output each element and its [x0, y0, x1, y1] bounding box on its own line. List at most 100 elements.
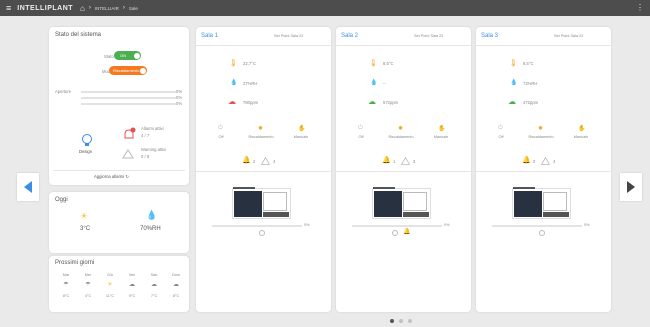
- top-bar: ≡ INTELLIPLANT ⌂ › INTELLIAIR › Sale ⋮: [0, 0, 650, 16]
- divider: [196, 45, 331, 46]
- breadcrumb-sale[interactable]: Sale: [129, 6, 138, 11]
- sun-icon: ☀: [107, 282, 113, 288]
- forecast-card: Prossimi giorni Mar ☂ 8°C Mer ☂ 4°C Gio ☀ …: [49, 256, 189, 312]
- warning-icon[interactable]: [261, 157, 270, 165]
- aperture-value-2: 0%: [176, 95, 183, 100]
- status-circle[interactable]: [392, 230, 398, 236]
- mode-manual[interactable]: Manuale: [288, 135, 314, 139]
- forecast-day: Sab: [150, 273, 158, 277]
- warning-icon[interactable]: [401, 157, 410, 165]
- thermometer-icon: 🌡: [229, 60, 238, 67]
- room-card: Sala 3 Set Point Sala 22 🌡 8,5°C 💧 72%RH…: [476, 27, 611, 312]
- alarm-bell-icon[interactable]: 🔔: [522, 156, 531, 164]
- unit-progress-bar: [352, 225, 442, 227]
- mode-heating[interactable]: Riscaldamento: [242, 135, 280, 139]
- modo-value: Riscaldamento: [113, 68, 140, 73]
- warning-icon[interactable]: [122, 149, 134, 159]
- bell-count: 1: [393, 159, 396, 164]
- power-icon[interactable]: ⏻: [498, 125, 503, 132]
- hand-icon[interactable]: ✋: [578, 125, 585, 132]
- humidity-icon: 💧: [370, 80, 378, 86]
- breadcrumb-intelliair[interactable]: INTELLIAIR: [95, 6, 119, 11]
- divider: [476, 45, 611, 46]
- power-icon[interactable]: ⏻: [358, 125, 363, 132]
- diagram-panel-dark: [374, 191, 402, 217]
- divider: [476, 171, 611, 172]
- room-card: Sala 1 Set Point Sala 22 🌡 22,7°C 💧 27%R…: [196, 27, 331, 312]
- heating-icon[interactable]: ✸: [258, 125, 263, 132]
- home-icon[interactable]: ⌂: [80, 4, 85, 13]
- forecast-temp: 8°C: [172, 294, 180, 298]
- cloud-icon: ☁: [129, 282, 135, 288]
- mode-off[interactable]: Off: [349, 135, 373, 139]
- room-name[interactable]: Sala 2: [341, 33, 358, 39]
- design-label: Design: [79, 149, 93, 154]
- mode-manual[interactable]: Manuale: [428, 135, 454, 139]
- refresh-alarms-button[interactable]: Aggiorna allarmi ↻: [94, 174, 129, 179]
- brand-logo[interactable]: INTELLIPLANT: [17, 5, 73, 12]
- stato-toggle[interactable]: ON: [114, 51, 141, 60]
- forecast-temp: 8°C: [62, 294, 70, 298]
- humidity-icon: 💧: [146, 210, 158, 220]
- co2-cloud-icon: ☁: [228, 97, 236, 106]
- diagram-panel-dark: [234, 191, 262, 217]
- warning-icon[interactable]: [541, 157, 550, 165]
- hamburger-icon[interactable]: ≡: [6, 3, 11, 13]
- alarm-value: 4 / 7: [141, 133, 150, 138]
- room-name[interactable]: Sala 1: [201, 33, 218, 39]
- today-temp: 3°C: [80, 226, 91, 232]
- hand-icon[interactable]: ✋: [298, 125, 305, 132]
- page-dot[interactable]: [390, 319, 394, 323]
- forecast-day: Dom: [171, 273, 181, 277]
- next-button[interactable]: [620, 173, 642, 201]
- power-icon[interactable]: ⏻: [218, 125, 223, 132]
- diagram-base: [543, 212, 569, 217]
- room-card: Sala 2 Set Point Sala 22 🌡 8,5°C 💧 -- ☁ …: [336, 27, 471, 312]
- alarm-bell-icon[interactable]: [122, 127, 136, 141]
- hand-icon[interactable]: ✋: [438, 125, 445, 132]
- prev-button[interactable]: [17, 173, 39, 201]
- diagram-top-bar: [233, 187, 255, 189]
- diagram-panel-light: [543, 192, 567, 211]
- room-humidity: 72%RH: [523, 81, 538, 86]
- forecast-temp: 11°C: [105, 294, 115, 298]
- diagram-top-bar: [513, 187, 535, 189]
- stato-value: ON: [120, 53, 126, 58]
- status-circle[interactable]: [259, 230, 265, 236]
- mode-off[interactable]: Off: [209, 135, 233, 139]
- room-temp: 22,7°C: [243, 61, 256, 66]
- alarm-bell-icon[interactable]: 🔔: [382, 156, 391, 164]
- alarm-bell-icon[interactable]: 🔔: [242, 156, 251, 164]
- heating-icon[interactable]: ✸: [538, 125, 543, 132]
- thermometer-icon: 🌡: [369, 60, 378, 67]
- heating-icon[interactable]: ✸: [398, 125, 403, 132]
- room-temp: 8,5°C: [383, 61, 394, 66]
- mode-off[interactable]: Off: [489, 135, 513, 139]
- forecast-title: Prossimi giorni: [55, 260, 95, 266]
- page-dot[interactable]: [408, 319, 412, 323]
- mode-manual[interactable]: Manuale: [568, 135, 594, 139]
- mode-heating[interactable]: Riscaldamento: [522, 135, 560, 139]
- system-state-title: Stato del sistema: [55, 32, 102, 38]
- room-name[interactable]: Sala 3: [481, 33, 498, 39]
- page-dot[interactable]: [399, 319, 403, 323]
- breadcrumb-separator: ›: [122, 5, 125, 11]
- aperture-bar-1: [81, 91, 176, 93]
- alarm-bell-icon[interactable]: 🔔: [403, 228, 410, 235]
- forecast-day: Ven: [128, 273, 136, 277]
- menu-dots-icon[interactable]: ⋮: [636, 3, 644, 12]
- mode-heating[interactable]: Riscaldamento: [382, 135, 420, 139]
- humidity-icon: 💧: [230, 80, 238, 86]
- thermometer-icon: 🌡: [509, 60, 518, 67]
- aperture-bar-3: [81, 103, 176, 105]
- chevron-left-icon: [24, 181, 32, 193]
- status-circle[interactable]: [539, 230, 545, 236]
- setpoint-label: Set Point Sala 22: [274, 34, 304, 38]
- modo-toggle[interactable]: Riscaldamento: [109, 66, 147, 75]
- system-state-card: Stato del sistema Stato ON Modo Riscalda…: [49, 27, 189, 185]
- chevron-right-icon: [627, 181, 635, 193]
- today-humidity: 70%RH: [140, 226, 161, 232]
- unit-diagram: [372, 187, 431, 219]
- unit-progress-value: 0%: [444, 223, 450, 227]
- rain-cloud-icon: ☂: [85, 282, 91, 288]
